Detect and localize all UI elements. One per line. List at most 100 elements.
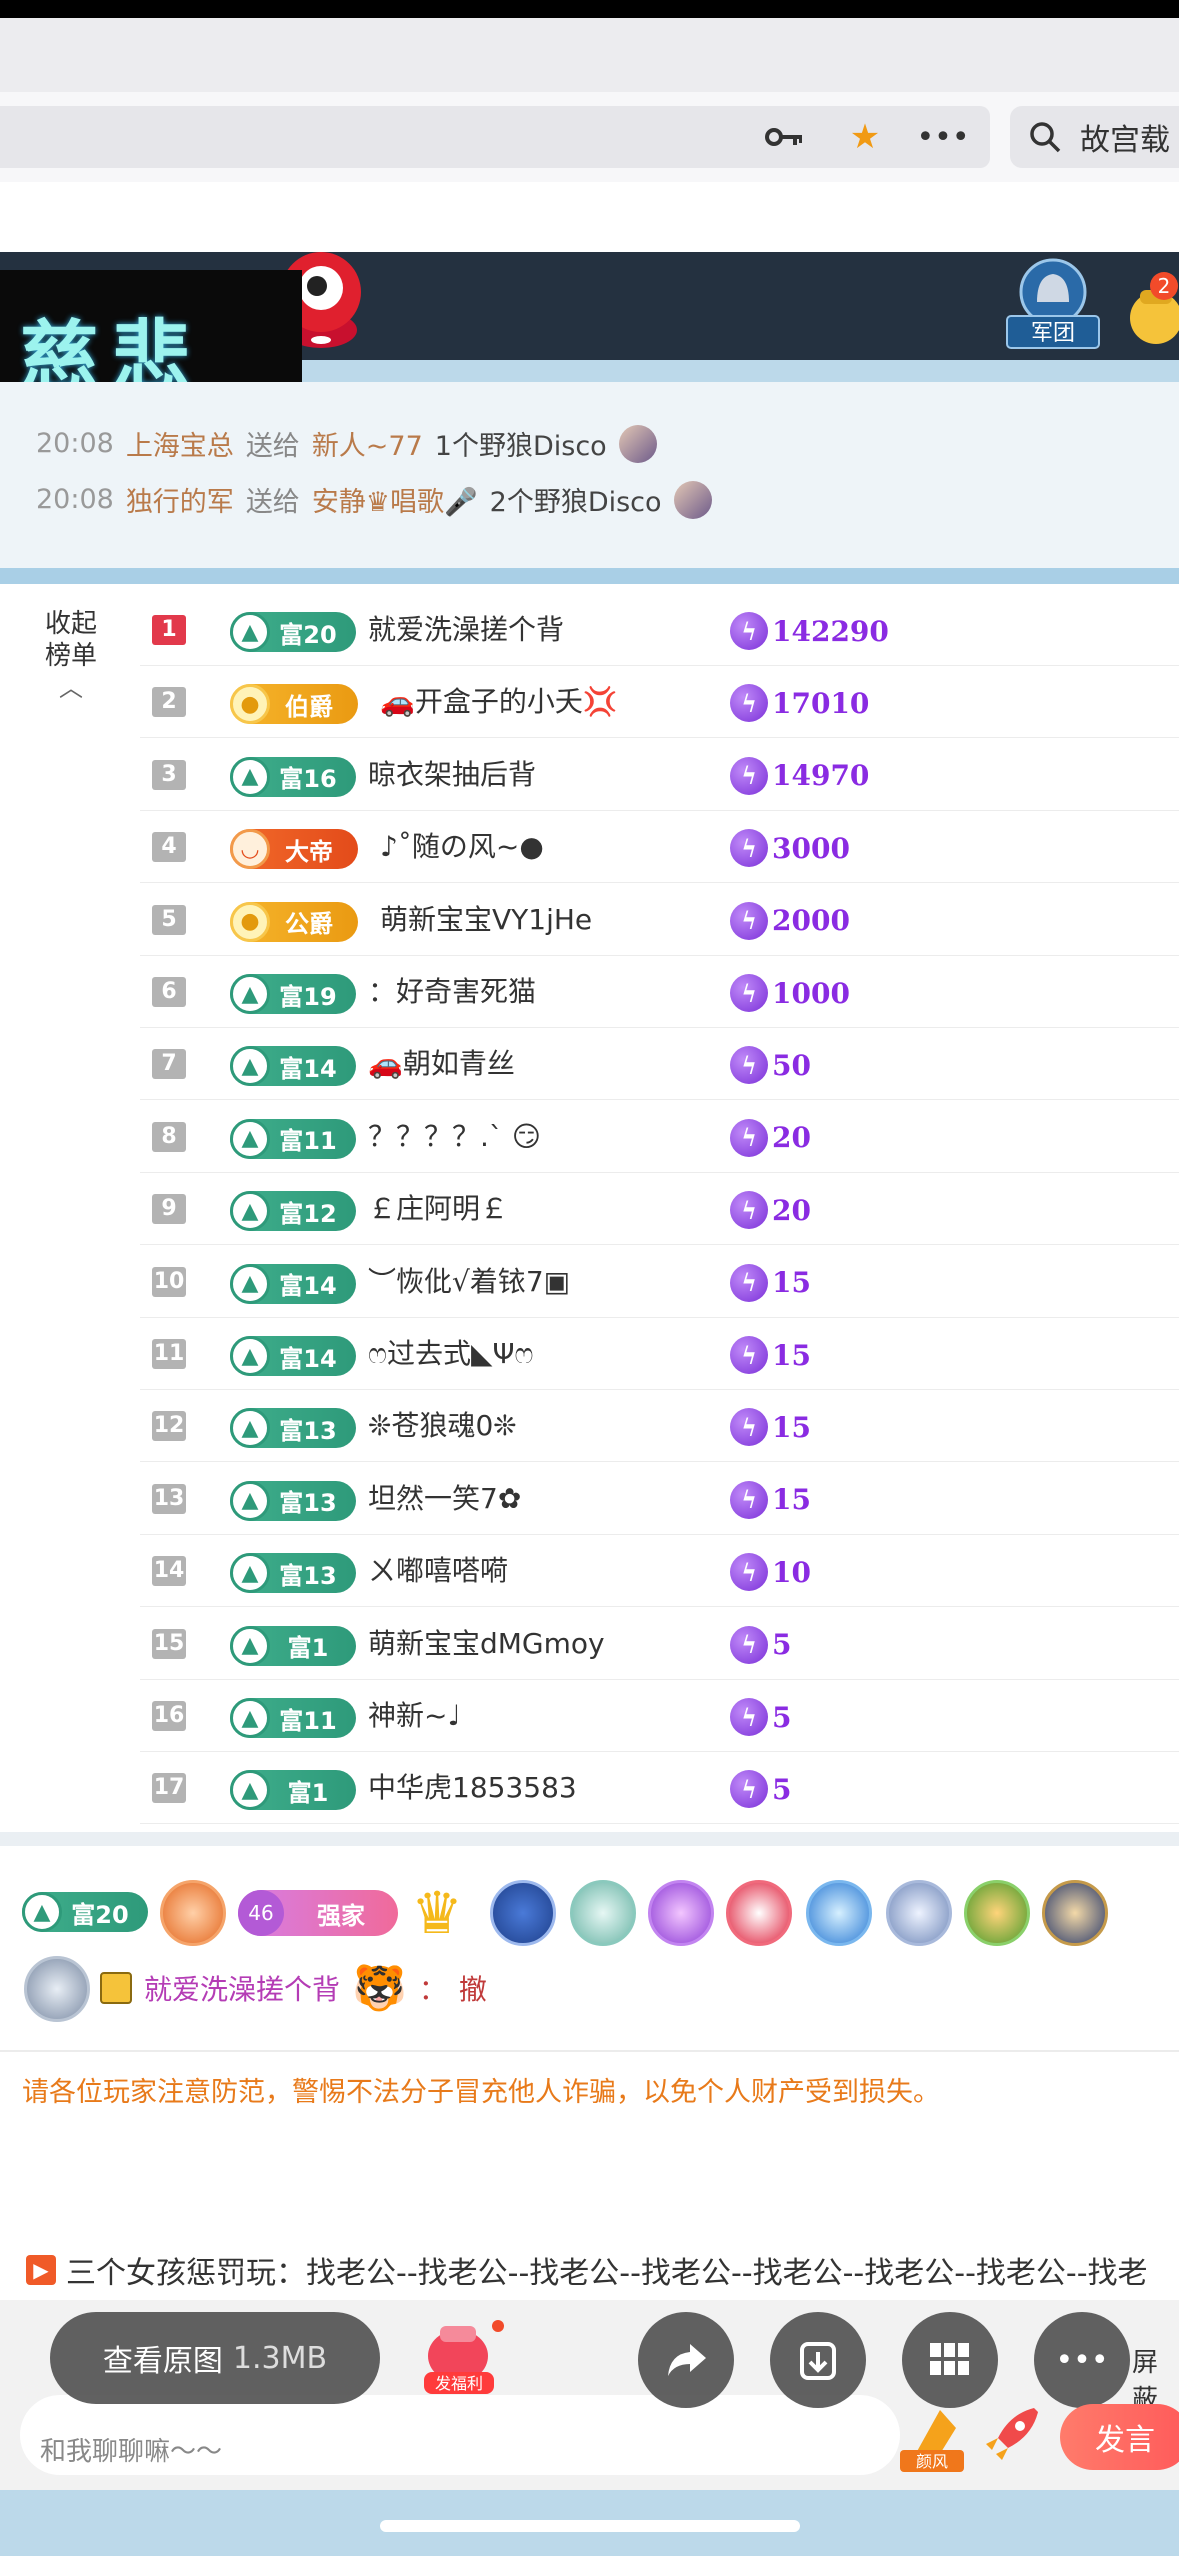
marquee[interactable]: ▶ 三个女孩惩罚玩：找老公--找老公--找老公--找老公--找老公--找老公--… bbox=[26, 2248, 1148, 2292]
medal-icon bbox=[806, 1880, 872, 1946]
chat-sender[interactable]: 就爱洗澡搓个背 bbox=[144, 1968, 340, 2008]
bag-icon[interactable]: 2 bbox=[1126, 268, 1179, 348]
lightning-icon: ϟ bbox=[730, 1191, 768, 1230]
contribution-score: ϟ 2000 bbox=[730, 901, 850, 940]
rank-number: 1 bbox=[152, 615, 186, 645]
lightning-icon: ϟ bbox=[730, 756, 768, 795]
gift-receiver[interactable]: 安静♛唱歌🎤 bbox=[312, 480, 478, 519]
chat-text: 撤 bbox=[458, 1973, 487, 2006]
grid-icon bbox=[930, 2343, 969, 2375]
user-name[interactable]: 晾衣架抽后背 bbox=[368, 757, 536, 793]
leaderboard-row[interactable]: 4 ◡ 大帝 ♪˚随の风~● ϟ 3000 bbox=[140, 811, 1179, 884]
gift-item: 2个野狼Disco bbox=[489, 487, 662, 518]
legion-label: 军团 bbox=[1031, 321, 1075, 346]
chat-input[interactable]: 和我聊聊嘛～～ bbox=[20, 2395, 900, 2475]
leaderboard-row[interactable]: 11 ▲ 富14 ෆ过去式◣Ψෆ ϟ 15 bbox=[140, 1318, 1179, 1390]
level-badge: ▲ 富19 bbox=[230, 974, 356, 1014]
leaderboard-row[interactable]: 10 ▲ 富14 ︶恢仳√着铱7▣ ϟ 15 bbox=[140, 1246, 1179, 1318]
collapse-label: 榜单 bbox=[44, 641, 97, 671]
leaderboard-row[interactable]: 9 ▲ 富12 ￡庄阿明￡ ϟ 20 bbox=[140, 1173, 1179, 1246]
send-button[interactable]: 发言 bbox=[1060, 2404, 1179, 2470]
level-badge: ▲ 富13 bbox=[230, 1553, 356, 1594]
leaderboard-row[interactable]: 17 ▲ 富1 中华虎1853583 ϟ 5 bbox=[140, 1752, 1179, 1825]
user-name[interactable]: ：好奇害死猫 bbox=[368, 974, 536, 1010]
rank-number: 11 bbox=[152, 1339, 186, 1369]
gift-bag-icon[interactable]: 发福利 bbox=[416, 2318, 506, 2400]
user-name[interactable]: 神新~♩ bbox=[368, 1698, 461, 1734]
legion-icon[interactable]: 军团 bbox=[1004, 258, 1102, 350]
leaderboard-row[interactable]: 7 ▲ 富14 🚗朝如青丝 ϟ 50 bbox=[140, 1028, 1179, 1101]
leaderboard-row[interactable]: 5 ● 公爵 萌新宝宝VY1jHe ϟ 2000 bbox=[140, 884, 1179, 956]
leaderboard-row[interactable]: 14 ▲ 富13 ㄨ嘟嘻嗒嗬 ϟ 10 bbox=[140, 1535, 1179, 1608]
user-name[interactable]: ？？？？.` 😏 bbox=[368, 1119, 541, 1155]
home-indicator bbox=[380, 2520, 800, 2532]
gift-sender[interactable]: 上海宝总 bbox=[126, 424, 234, 463]
leaf-icon: ▲ bbox=[230, 1336, 270, 1376]
leaderboard-row[interactable]: 1 ▲ 富20 就爱洗澡搓个背 ϟ 142290 bbox=[140, 594, 1179, 666]
user-name[interactable]: 🚗开盒子的小夭💢 bbox=[380, 684, 618, 720]
leaderboard-row[interactable]: 13 ▲ 富13 坦然一笑7✿ ϟ 15 bbox=[140, 1463, 1179, 1535]
key-icon[interactable] bbox=[760, 112, 810, 162]
status-bar bbox=[0, 0, 1179, 18]
grid-button[interactable] bbox=[902, 2312, 998, 2408]
contribution-score: ϟ 15 bbox=[730, 1480, 811, 1519]
leaderboard-row[interactable]: 8 ▲ 富11 ？？？？.` 😏 ϟ 20 bbox=[140, 1101, 1179, 1173]
coin-icon: ● bbox=[230, 901, 270, 942]
leaderboard-row[interactable]: 12 ▲ 富13 ❊苍狼魂0❊ ϟ 15 bbox=[140, 1390, 1179, 1463]
user-name[interactable]: 萌新宝宝VY1jHe bbox=[380, 902, 592, 938]
level-badge: ▲ 富13 bbox=[230, 1480, 356, 1521]
leaf-icon: ▲ bbox=[230, 1408, 270, 1449]
contribution-score: ϟ 15 bbox=[730, 1263, 811, 1302]
send-label: 发言 bbox=[1095, 2423, 1155, 2458]
collapse-board-button[interactable]: 收起 榜单 ︿ bbox=[36, 608, 106, 704]
lightning-icon: ϟ bbox=[730, 1770, 768, 1809]
more-options-button[interactable]: ••• bbox=[1034, 2312, 1130, 2408]
badge-label: 富13 bbox=[279, 1416, 337, 1445]
share-button[interactable] bbox=[638, 2312, 734, 2408]
gift-sender[interactable]: 独行的军 bbox=[126, 480, 234, 519]
leaf-icon: ▲ bbox=[230, 756, 270, 797]
download-button[interactable] bbox=[770, 2312, 866, 2408]
user-name[interactable]: 就爱洗澡搓个背 bbox=[368, 612, 564, 648]
leaderboard-row[interactable]: 15 ▲ 富1 萌新宝宝dMGmoy ϟ 5 bbox=[140, 1608, 1179, 1680]
medal-icon bbox=[1042, 1880, 1108, 1946]
lightning-icon: ϟ bbox=[730, 974, 768, 1012]
score-value: 5 bbox=[772, 1700, 792, 1734]
user-name[interactable]: 中华虎1853583 bbox=[368, 1770, 577, 1806]
more-icon[interactable]: ••• bbox=[916, 112, 969, 162]
leaderboard-row[interactable]: 6 ▲ 富19 ：好奇害死猫 ϟ 1000 bbox=[140, 956, 1179, 1028]
star-medal-icon bbox=[24, 1956, 90, 2022]
feng-icon[interactable]: 颜风 bbox=[900, 2404, 964, 2474]
rocket-icon[interactable] bbox=[980, 2404, 1042, 2468]
lightning-icon: ϟ bbox=[730, 1118, 768, 1157]
view-original-button[interactable]: 查看原图 1.3MB bbox=[50, 2312, 380, 2404]
rank-number: 5 bbox=[152, 904, 186, 935]
level-badge: ● 公爵 bbox=[230, 901, 358, 942]
score-value: 2000 bbox=[772, 904, 850, 938]
user-name[interactable]: ♪˚随の风~● bbox=[380, 829, 544, 865]
level-badge: ▲ 富1 bbox=[230, 1770, 356, 1811]
user-name[interactable]: ︶恢仳√着铱7▣ bbox=[368, 1264, 570, 1300]
star-icon[interactable]: ★ bbox=[840, 112, 890, 162]
user-name[interactable]: ෆ过去式◣Ψෆ bbox=[368, 1336, 534, 1372]
leaf-icon: ▲ bbox=[230, 1263, 270, 1304]
leaf-icon: ▲ bbox=[22, 1892, 62, 1932]
user-name[interactable]: 坦然一笑7✿ bbox=[368, 1481, 521, 1517]
gift-time: 20:08 bbox=[36, 428, 114, 459]
level-badge: ◡ 大帝 bbox=[230, 829, 358, 870]
gift-item: 1个野狼Disco bbox=[434, 431, 607, 462]
badge-label: 伯爵 bbox=[285, 692, 333, 721]
user-name[interactable]: 🚗朝如青丝 bbox=[368, 1046, 515, 1082]
contribution-score: ϟ 14970 bbox=[730, 756, 869, 795]
user-name[interactable]: ￡庄阿明￡ bbox=[368, 1191, 508, 1227]
user-name[interactable]: ㄨ嘟嘻嗒嗬 bbox=[368, 1553, 508, 1589]
user-name[interactable]: ❊苍狼魂0❊ bbox=[368, 1408, 517, 1444]
level-badge: 46 强家 bbox=[238, 1890, 398, 1936]
search-box[interactable]: 故宫载 bbox=[1010, 106, 1179, 168]
leaderboard-row[interactable]: 16 ▲ 富11 神新~♩ ϟ 5 bbox=[140, 1680, 1179, 1752]
leaderboard-row[interactable]: 3 ▲ 富16 晾衣架抽后背 ϟ 14970 bbox=[140, 739, 1179, 811]
leaf-icon: ▲ bbox=[230, 612, 270, 652]
leaderboard-row[interactable]: 2 ● 伯爵 🚗开盒子的小夭💢 ϟ 17010 bbox=[140, 666, 1179, 739]
gift-receiver[interactable]: 新人~77 bbox=[312, 424, 423, 463]
user-name[interactable]: 萌新宝宝dMGmoy bbox=[368, 1626, 605, 1662]
